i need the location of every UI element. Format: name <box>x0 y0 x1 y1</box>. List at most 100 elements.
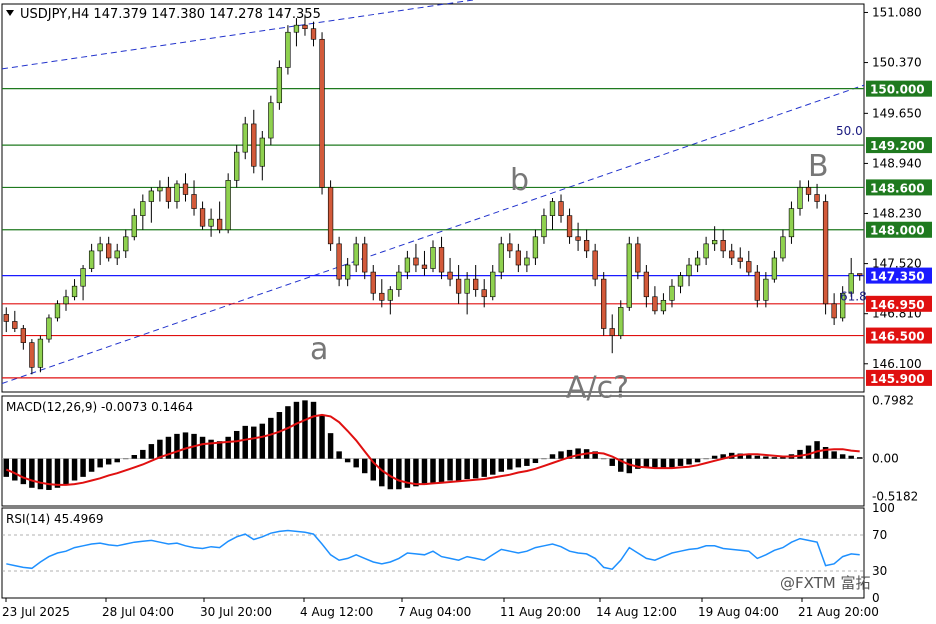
candle-body <box>148 190 155 202</box>
time-tick-label: 7 Aug 04:00 <box>398 605 471 619</box>
wave-label-a-c: A/c? <box>566 371 629 406</box>
macd-hist-bar <box>54 458 61 488</box>
candle-body <box>711 240 718 245</box>
macd-hist-bar <box>105 458 112 465</box>
macd-hist-bar <box>131 455 138 459</box>
price-tick-label: 149.650 <box>872 106 922 120</box>
macd-hist-bar <box>97 458 103 468</box>
macd-hist-bar <box>694 458 701 463</box>
candle-body <box>157 187 163 192</box>
macd-hist-bar <box>242 425 248 459</box>
main-panel-frame <box>1 3 865 393</box>
candle-body <box>336 243 342 280</box>
macd-hist-bar <box>123 458 129 460</box>
macd-hist-bar <box>524 458 530 466</box>
candle-body <box>29 342 35 368</box>
candle-body <box>660 299 667 312</box>
level-label: 150.000 <box>870 83 925 97</box>
macd-label: MACD(12,26,9) -0.0073 0.1464 <box>6 400 193 414</box>
macd-hist-bar <box>413 458 419 487</box>
time-tick-label: 14 Aug 12:00 <box>596 605 677 619</box>
macd-hist-bar <box>575 448 581 459</box>
level-label: 148.600 <box>870 181 925 195</box>
level-label: 146.950 <box>870 298 925 312</box>
macd-hist-bar <box>63 458 69 485</box>
candle-body <box>140 201 146 216</box>
candle-body <box>754 271 760 301</box>
level-label: 146.500 <box>870 330 925 344</box>
candle-body <box>174 183 180 202</box>
macd-hist-bar <box>481 458 487 477</box>
macd-hist-bar <box>558 451 564 459</box>
macd-hist-bar <box>396 458 402 490</box>
macd-hist-bar <box>609 458 615 466</box>
candle-body <box>268 102 274 139</box>
candle-body <box>225 180 231 231</box>
candle-body <box>97 243 103 252</box>
rsi-panel-frame <box>1 507 865 599</box>
usdjpy-h4-chart[interactable]: 151.080150.370149.650148.940148.230147.5… <box>0 0 936 624</box>
macd-hist-bar <box>174 433 180 459</box>
macd-hist-bar <box>848 455 854 459</box>
macd-hist-bar <box>344 458 351 463</box>
candle-body <box>12 321 18 329</box>
macd-hist-bar <box>216 441 223 459</box>
candle-body <box>63 296 69 305</box>
macd-hist-bar <box>199 436 206 459</box>
candle-body <box>379 292 385 301</box>
rsi-tick-label: 100 <box>872 501 895 515</box>
candle-body <box>788 208 795 238</box>
macd-hist-bar <box>643 458 650 468</box>
price-tick-label: 151.080 <box>872 5 922 19</box>
candle-body <box>498 243 504 273</box>
macd-hist-bar <box>225 436 231 459</box>
candle-body <box>822 201 829 305</box>
macd-hist-bar <box>600 458 607 460</box>
candle-body <box>71 285 78 298</box>
macd-hist-bar <box>763 456 769 459</box>
macd-hist-bar <box>652 458 658 469</box>
candle-body <box>805 187 812 195</box>
macd-hist-bar <box>507 458 513 470</box>
candle-body <box>353 243 359 266</box>
candle-body <box>524 257 530 266</box>
macd-hist-bar <box>447 458 453 481</box>
candle-body <box>643 271 650 298</box>
macd-hist-bar <box>515 458 522 468</box>
candle-body <box>464 278 470 294</box>
macd-hist-bar <box>114 458 120 463</box>
macd-hist-bar <box>268 417 274 459</box>
candle-body <box>831 303 837 319</box>
candle-body <box>746 261 752 273</box>
candle-body <box>618 307 624 336</box>
candle-body <box>131 215 137 238</box>
candle-body <box>490 271 496 298</box>
price-tick-label: 150.370 <box>872 56 922 70</box>
candle-body <box>327 187 334 245</box>
candle-body <box>532 236 539 259</box>
candle-body <box>20 328 26 343</box>
candle-body <box>455 278 462 294</box>
candle-body <box>165 187 172 202</box>
macd-hist-bar <box>839 454 846 459</box>
candle-body <box>677 275 684 287</box>
candle-body <box>191 194 197 209</box>
macd-hist-bar <box>251 426 257 459</box>
macd-hist-bar <box>464 458 470 480</box>
candle-body <box>293 24 300 33</box>
time-tick-label: 30 Jul 20:00 <box>200 605 272 619</box>
candle-body <box>199 208 206 227</box>
macd-hist-bar <box>37 458 44 490</box>
level-label: 147.350 <box>870 270 925 284</box>
candle-body <box>345 264 351 280</box>
candle-body <box>234 151 240 181</box>
candle-body <box>46 317 52 340</box>
candle-body <box>276 67 283 104</box>
candle-body <box>481 289 487 298</box>
macd-hist-bar <box>831 451 837 459</box>
candle-body <box>694 257 701 266</box>
macd-hist-bar <box>276 412 283 459</box>
candle-body <box>3 314 9 322</box>
rsi-tick-label: 70 <box>872 528 887 542</box>
candle-body <box>430 247 436 269</box>
